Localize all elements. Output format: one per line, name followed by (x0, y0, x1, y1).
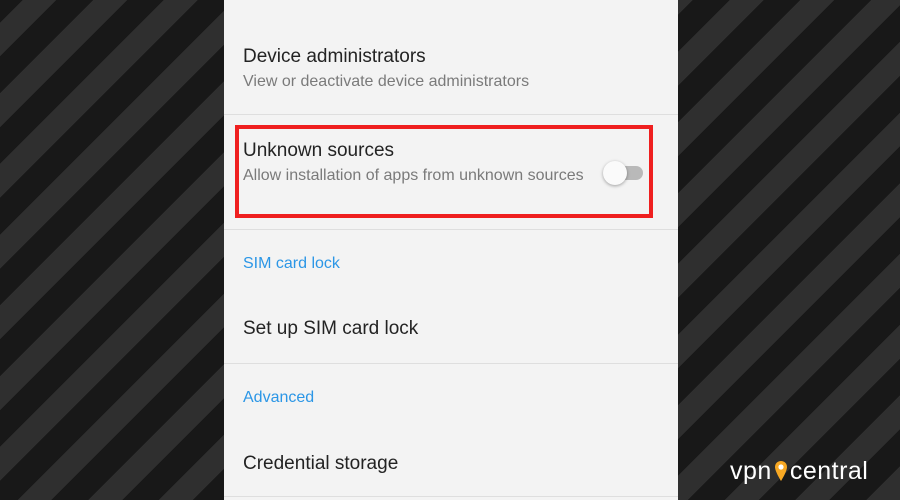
divider (224, 229, 678, 230)
advanced-section-header: Advanced (243, 389, 315, 406)
divider (224, 496, 678, 497)
sim-card-lock-section-header: SIM card lock (243, 255, 340, 272)
credential-storage-item[interactable]: Credential storage (224, 452, 678, 476)
location-pin-icon (774, 461, 787, 481)
toggle-thumb (603, 161, 627, 185)
watermark-brand-right: central (789, 456, 869, 485)
device-administrators-summary: View or deactivate device administrators (243, 73, 530, 90)
set-up-sim-card-lock-title: Set up SIM card lock (243, 318, 419, 339)
device-administrators-item[interactable]: Device administrators View or deactivate… (224, 45, 678, 92)
unknown-sources-toggle[interactable] (603, 161, 645, 185)
device-administrators-title: Device administrators (243, 46, 426, 67)
vpncentral-watermark: vpn central (730, 456, 868, 486)
divider (224, 363, 678, 364)
highlight-box (235, 125, 653, 218)
divider (224, 114, 678, 115)
watermark-brand-left: vpn (730, 456, 772, 485)
set-up-sim-card-lock-item[interactable]: Set up SIM card lock (224, 317, 678, 341)
settings-screen: Device administrators View or deactivate… (224, 0, 678, 500)
credential-storage-title: Credential storage (243, 453, 399, 474)
